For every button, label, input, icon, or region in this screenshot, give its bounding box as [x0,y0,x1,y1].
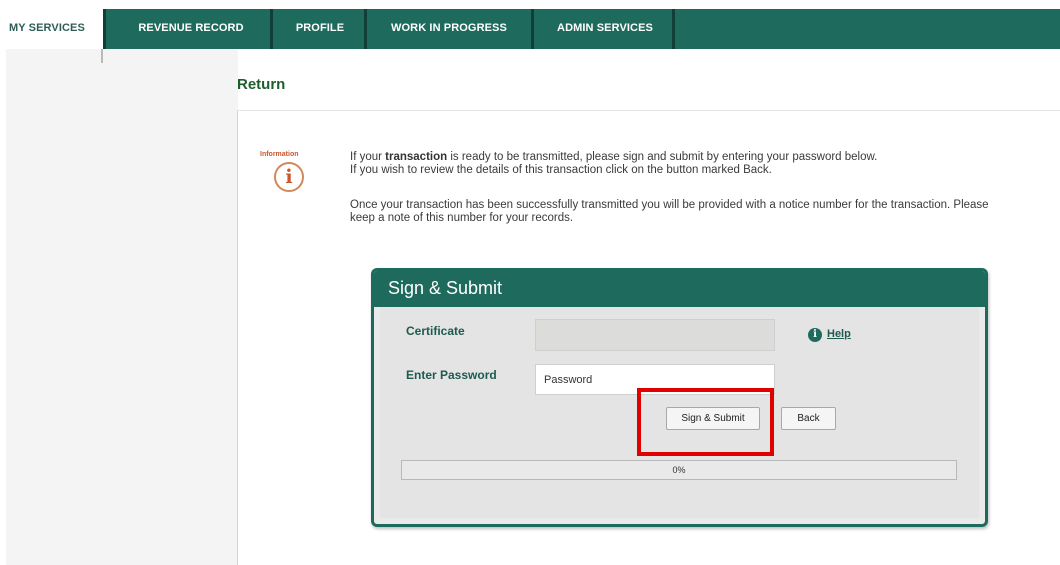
help-info-icon[interactable]: i [808,328,822,342]
tab-work-in-progress[interactable]: WORK IN PROGRESS [372,9,526,49]
tab-divider [672,9,675,49]
information-message: If your transaction is ready to be trans… [350,151,1010,225]
certificate-field [535,319,775,351]
tab-divider [364,9,367,49]
tab-my-services[interactable]: MY SERVICES [0,9,106,49]
content-divider [237,110,238,565]
content-divider [237,110,1060,111]
progress-text: 0% [672,465,686,475]
info-paragraph-2: Once your transaction has been successfu… [350,199,989,224]
password-label: Enter Password [406,368,497,382]
sign-submit-button[interactable]: Sign & Submit [666,407,760,430]
certificate-label: Certificate [406,324,465,338]
information-label: Information [260,151,299,158]
top-nav: MY SERVICES REVENUE RECORD PROFILE WORK … [0,9,1060,49]
tab-divider [270,9,273,49]
info-paragraph-1: If your transaction is ready to be trans… [350,151,878,176]
panel-body: Certificate i Help Enter Password Sign &… [380,307,979,518]
left-sidebar [6,49,238,565]
help-link[interactable]: Help [827,328,851,340]
sign-submit-panel: Sign & Submit Certificate i Help Enter P… [371,268,988,527]
page-title: Return [237,76,286,93]
tab-divider [531,9,534,49]
info-circle-icon: i [274,162,304,192]
progress-bar: 0% [401,460,957,480]
tab-revenue-record[interactable]: REVENUE RECORD [121,9,261,49]
password-input[interactable] [535,364,775,395]
tab-admin-services[interactable]: ADMIN SERVICES [537,9,673,49]
sidebar-edge [101,49,103,63]
tab-profile[interactable]: PROFILE [279,9,361,49]
tab-divider [103,9,106,49]
back-button[interactable]: Back [781,407,836,430]
panel-title: Sign & Submit [374,271,985,307]
